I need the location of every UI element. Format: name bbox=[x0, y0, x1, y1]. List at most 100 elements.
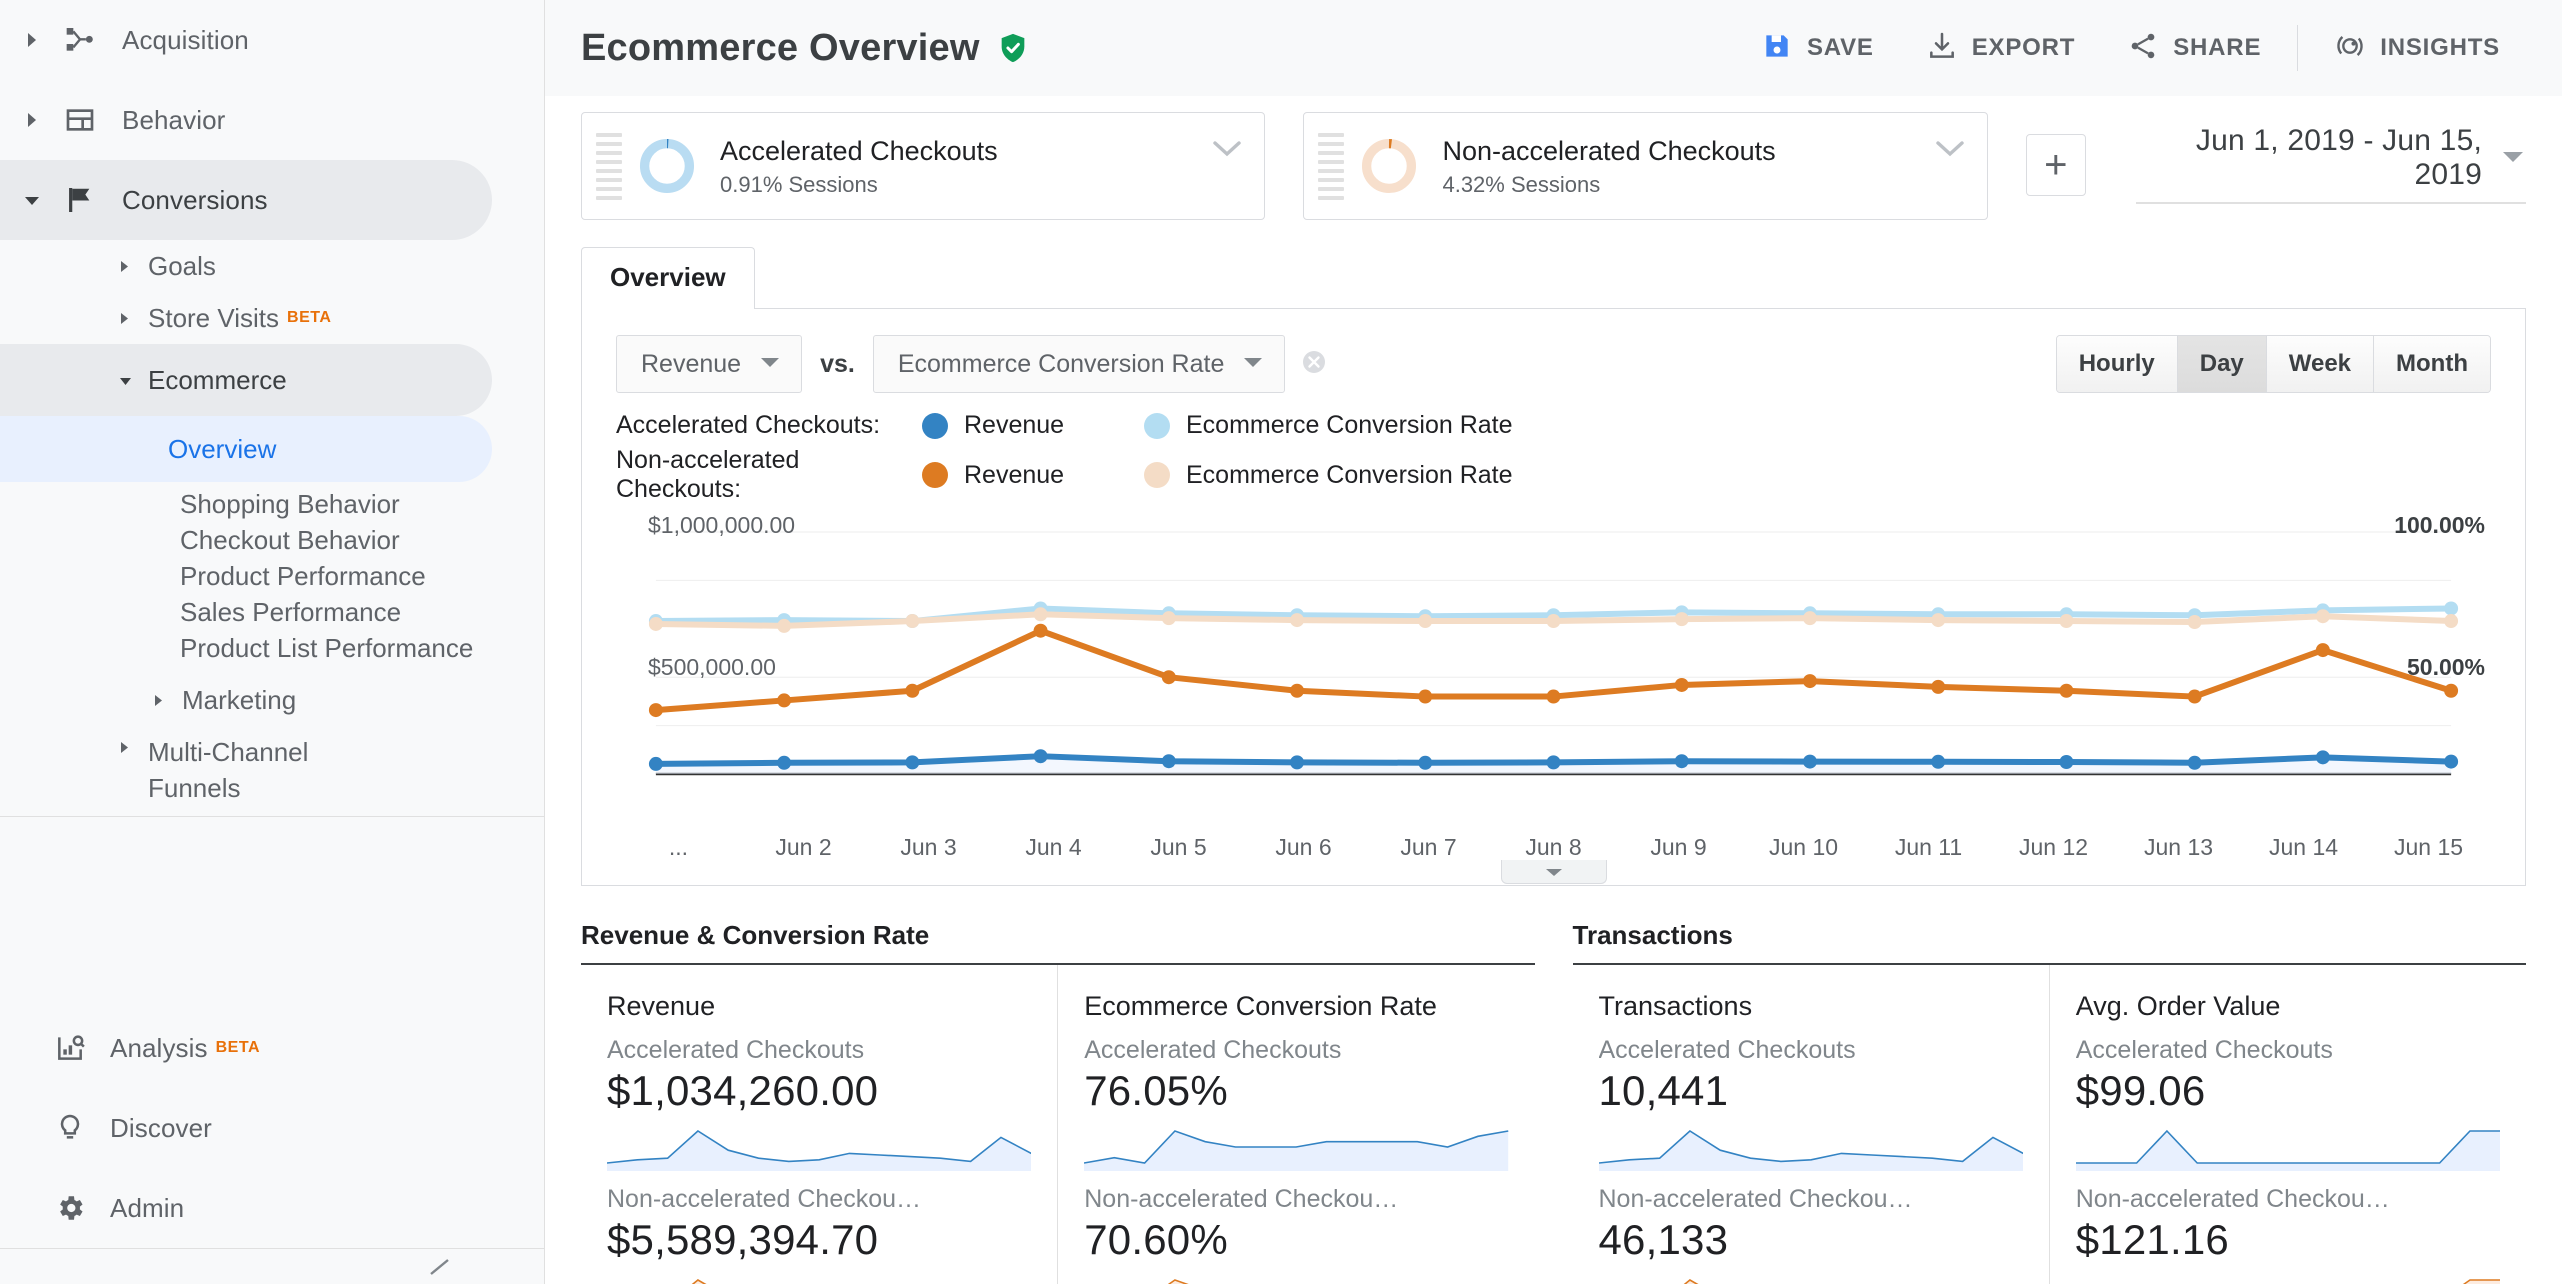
sidebar-item-label: Behavior bbox=[122, 104, 226, 135]
date-range-picker[interactable]: Jun 1, 2019 - Jun 15, 2019 bbox=[2135, 124, 2526, 204]
sidebar-item-ecommerce[interactable]: Ecommerce bbox=[0, 344, 492, 416]
legend-item[interactable]: Revenue bbox=[922, 411, 1144, 440]
metric-segment-label: Accelerated Checkouts bbox=[1084, 1036, 1342, 1064]
segment-name: Accelerated Checkouts bbox=[720, 136, 998, 166]
sparkline-svg bbox=[2075, 1125, 2500, 1171]
chevron-right-icon bbox=[152, 693, 182, 708]
legend-item[interactable]: Ecommerce Conversion Rate bbox=[1144, 411, 1513, 440]
y-axis-right-tick-top: 100.00% bbox=[2394, 512, 2485, 538]
sidebar-item-discover[interactable]: Discover bbox=[0, 1088, 544, 1168]
metric-a-select[interactable]: Revenue bbox=[616, 335, 803, 393]
sidebar-item-product-performance[interactable]: Product Performance bbox=[180, 558, 544, 594]
sidebar-item-label: Overview bbox=[168, 434, 277, 464]
granularity-day[interactable]: Day bbox=[2177, 336, 2267, 392]
header-divider bbox=[2297, 25, 2299, 71]
sidebar-item-overview[interactable]: Overview bbox=[0, 416, 492, 482]
legend-dot-icon bbox=[1144, 412, 1170, 439]
share-label: SHARE bbox=[2173, 34, 2262, 61]
legend-item[interactable]: Ecommerce Conversion Rate bbox=[1144, 461, 1513, 490]
chevron-down-icon[interactable] bbox=[1935, 139, 1965, 164]
sidebar: Acquisition Behavior Conversions Goals S… bbox=[0, 0, 545, 1284]
granularity-hourly[interactable]: Hourly bbox=[2056, 336, 2178, 392]
legend-dot-icon bbox=[1144, 462, 1170, 488]
metric-value: 70.60% bbox=[1084, 1216, 1228, 1263]
legend-dot-icon bbox=[922, 462, 948, 488]
sidebar-item-label: Acquisition bbox=[122, 24, 249, 55]
legend-row-title: Accelerated Checkouts: bbox=[616, 411, 881, 439]
metric-cards: Revenue Accelerated Checkouts $1,034,260… bbox=[581, 965, 1535, 1284]
chevron-down-icon[interactable] bbox=[1212, 139, 1242, 164]
granularity-month[interactable]: Month bbox=[2374, 336, 2490, 392]
sidebar-item-shopping-behavior[interactable]: Shopping Behavior bbox=[180, 486, 544, 522]
tab-overview[interactable]: Overview bbox=[581, 247, 755, 309]
sidebar-collapse-bar[interactable] bbox=[0, 1248, 544, 1284]
legend-row-title: Non-accelerated Checkouts: bbox=[616, 446, 800, 503]
sidebar-item-acquisition[interactable]: Acquisition bbox=[0, 0, 544, 80]
chevron-right-icon bbox=[118, 734, 148, 755]
x-axis-tick: Jun 13 bbox=[2143, 834, 2214, 860]
export-button[interactable]: EXPORT bbox=[1900, 18, 2101, 78]
save-label: SAVE bbox=[1806, 34, 1874, 61]
sidebar-item-conversions[interactable]: Conversions bbox=[0, 160, 492, 240]
segment-card-accelerated[interactable]: Accelerated Checkouts 0.91% Sessions bbox=[581, 112, 1266, 220]
metric-sections: Revenue & Conversion Rate Revenue Accele… bbox=[545, 886, 2562, 1284]
granularity-week[interactable]: Week bbox=[2266, 336, 2375, 392]
sidebar-item-label: Store Visits bbox=[148, 303, 280, 333]
sidebar-item-marketing[interactable]: Marketing bbox=[0, 674, 544, 726]
sidebar-item-store-visits[interactable]: Store Visits BETA bbox=[0, 292, 544, 344]
metric-group-title: Revenue & Conversion Rate bbox=[581, 920, 1535, 965]
metric-controls: Revenue vs. Ecommerce Conversion Rate Ho… bbox=[582, 309, 2525, 403]
header-actions: SAVE EXPORT SHARE INSIGHTS bbox=[1735, 18, 2526, 78]
chevron-right-icon bbox=[118, 311, 148, 326]
legend-dot-icon bbox=[922, 412, 948, 439]
metric-cards: Transactions Accelerated Checkouts 10,44… bbox=[1573, 965, 2527, 1284]
segment-card-non-accelerated[interactable]: Non-accelerated Checkouts 4.32% Sessions bbox=[1303, 112, 1988, 220]
metric-row: Accelerated Checkouts 76.05% bbox=[1084, 1022, 1534, 1171]
bulb-icon bbox=[44, 1112, 96, 1144]
chart-svg bbox=[648, 531, 2459, 776]
chart-expand-handle[interactable] bbox=[1500, 860, 1607, 884]
analysis-icon bbox=[44, 1032, 96, 1064]
x-axis-tick: Jun 3 bbox=[900, 834, 957, 860]
save-button[interactable]: SAVE bbox=[1735, 18, 1900, 78]
drag-handle-icon[interactable] bbox=[596, 132, 622, 200]
sidebar-item-product-list-performance[interactable]: Product List Performance bbox=[180, 630, 544, 666]
add-segment-button[interactable]: + bbox=[2025, 134, 2086, 196]
sidebar-item-label: Multi-Channel Funnels bbox=[148, 737, 309, 803]
legend-label: Revenue bbox=[964, 460, 1065, 489]
sidebar-item-goals[interactable]: Goals bbox=[0, 240, 544, 292]
sidebar-item-label: Ecommerce bbox=[148, 365, 287, 395]
metric-b-select[interactable]: Ecommerce Conversion Rate bbox=[872, 335, 1286, 393]
legend-item[interactable]: Revenue bbox=[922, 461, 1144, 490]
sidebar-item-admin[interactable]: Admin bbox=[0, 1168, 544, 1248]
beta-badge: BETA bbox=[215, 1039, 260, 1056]
chevron-down-icon bbox=[2500, 148, 2526, 169]
x-axis-tick: Jun 10 bbox=[1768, 834, 1839, 860]
timeseries-chart[interactable]: $1,000,000.00 $500,000.00 100.00% 50.00% bbox=[582, 504, 2525, 834]
drag-handle-icon[interactable] bbox=[1318, 132, 1345, 200]
sidebar-item-checkout-behavior[interactable]: Checkout Behavior bbox=[180, 522, 544, 558]
metric-value: 46,133 bbox=[1598, 1216, 1729, 1263]
page-title: Ecommerce Overview bbox=[581, 26, 980, 69]
sidebar-item-label: Marketing bbox=[182, 685, 297, 715]
sidebar-item-multi-channel-funnels[interactable]: Multi-Channel Funnels bbox=[0, 726, 544, 806]
acquisition-icon bbox=[52, 24, 108, 56]
share-button[interactable]: SHARE bbox=[2101, 18, 2287, 78]
metric-value: $121.16 bbox=[2075, 1216, 2229, 1263]
sidebar-item-behavior[interactable]: Behavior bbox=[0, 80, 544, 160]
segment-sessions: 4.32% Sessions bbox=[1442, 172, 1601, 197]
x-axis-tick: Jun 2 bbox=[775, 834, 832, 860]
insights-button[interactable]: INSIGHTS bbox=[2308, 18, 2526, 78]
chevron-right-icon bbox=[118, 259, 148, 274]
insights-icon bbox=[2334, 30, 2366, 67]
sidebar-item-analysis[interactable]: Analysis BETA bbox=[0, 1008, 544, 1088]
clear-metric-b-icon[interactable] bbox=[1299, 347, 1329, 382]
segment-donut-icon bbox=[1358, 135, 1420, 197]
sparkline bbox=[1598, 1125, 2023, 1171]
sidebar-item-sales-performance[interactable]: Sales Performance bbox=[180, 594, 544, 630]
metric-segment-label: Non-accelerated Checkou… bbox=[1598, 1185, 1913, 1213]
sidebar-divider bbox=[0, 816, 544, 817]
legend-label: Revenue bbox=[964, 411, 1065, 439]
metric-card-avg-order-value: Avg. Order Value Accelerated Checkouts $… bbox=[2050, 965, 2526, 1284]
chart-legend: Accelerated Checkouts: Revenue Ecommerce… bbox=[582, 403, 2525, 504]
